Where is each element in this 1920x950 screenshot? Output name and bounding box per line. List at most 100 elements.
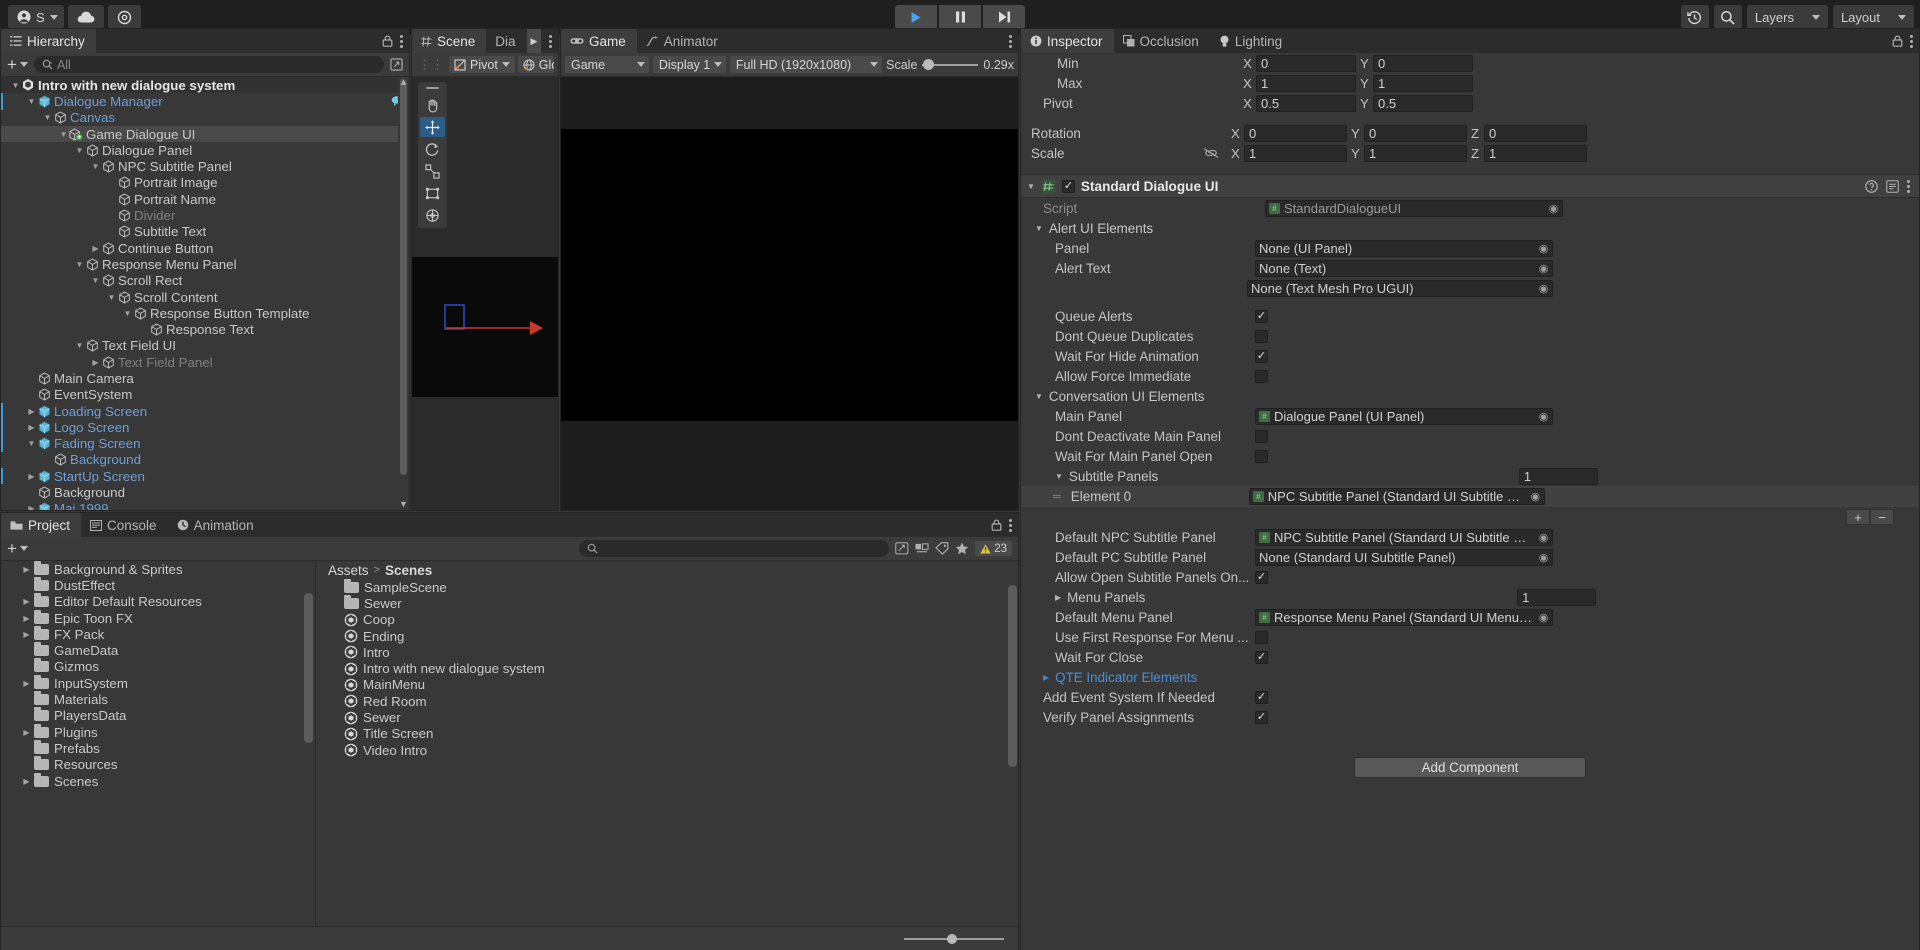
chevron-down-icon[interactable]: ▼ — [90, 276, 101, 285]
cloud-settings-button[interactable] — [107, 5, 141, 29]
game-view-dropdown[interactable]: Game — [565, 56, 649, 73]
list-count-field[interactable]: 1 — [1518, 467, 1598, 485]
undo-history-button[interactable] — [1680, 5, 1709, 29]
tab-scene[interactable]: Scene — [412, 29, 487, 53]
chevron-right-icon[interactable]: ▶ — [90, 358, 101, 367]
filter-label-icon[interactable] — [935, 542, 949, 555]
rotation-z[interactable]: Z0 — [1471, 124, 1587, 142]
chevron-down-icon[interactable]: ▼ — [58, 130, 69, 139]
rect-y[interactable]: Y 0.5 — [1360, 94, 1473, 112]
play-button[interactable] — [895, 5, 937, 29]
cloud-button[interactable] — [67, 5, 104, 29]
rect-tool-icon[interactable] — [420, 183, 445, 203]
hierarchy-row[interactable]: ▶StartUp Screen> — [1, 468, 409, 485]
chevron-down-icon[interactable]: ▼ — [1035, 224, 1043, 233]
asset-row[interactable]: Red Room — [316, 693, 1018, 709]
hierarchy-row[interactable]: Portrait Image — [1, 175, 409, 191]
pivot-dropdown[interactable]: Pivot — [449, 56, 515, 73]
hierarchy-row[interactable]: ▼ Game Dialogue UI — [1, 125, 409, 143]
scale-y[interactable]: Y1 — [1351, 144, 1467, 162]
project-folder-tree[interactable]: ▶ Background & Sprites DustEffect ▶ Editor D… — [1, 561, 316, 950]
scroll-up-icon[interactable]: ▲ — [399, 77, 408, 87]
hierarchy-menu-icon[interactable] — [400, 34, 403, 48]
asset-rows[interactable]: SampleScene Sewer Coop Ending Intro Intro wit… — [316, 578, 1018, 758]
project-menu-icon[interactable] — [1009, 518, 1012, 532]
chevron-right-icon[interactable]: ▶ — [19, 630, 34, 639]
tab-inspector[interactable]: Inspector — [1021, 29, 1114, 53]
rotation-z-field[interactable]: 0 — [1484, 124, 1587, 142]
project-folder-row[interactable]: ▶ FX Pack — [1, 625, 315, 642]
rect-y[interactable]: Y0 — [1360, 54, 1473, 72]
object-picker-icon[interactable]: ◉ — [1537, 282, 1550, 295]
project-folder-row[interactable]: Gizmos — [1, 658, 315, 675]
filter-type-icon[interactable] — [915, 542, 929, 555]
project-folder-row[interactable]: ▶ Editor Default Resources — [1, 593, 315, 610]
asset-row[interactable]: Title Screen — [316, 726, 1018, 742]
game-viewport[interactable] — [561, 77, 1018, 510]
add-component-button[interactable]: Add Component — [1354, 757, 1586, 778]
resolution-dropdown[interactable]: Full HD (1920x1080) — [729, 56, 883, 73]
project-folder-row[interactable]: ▶ Epic Toon FX — [1, 609, 315, 626]
hierarchy-scrollbar[interactable]: ▲ ▼ — [398, 77, 409, 510]
chevron-right-icon[interactable]: ▶ — [19, 728, 34, 737]
field-checkbox[interactable] — [1255, 329, 1268, 343]
chevron-down-icon[interactable]: ▼ — [122, 309, 133, 318]
hierarchy-row[interactable]: ▼ Response Button Template — [1, 305, 409, 321]
asset-row[interactable]: SampleScene — [316, 578, 1018, 595]
hierarchy-row[interactable]: ▶ Continue Button — [1, 240, 409, 256]
chevron-right-icon[interactable]: ▶ — [19, 614, 34, 623]
rotate-tool-icon[interactable] — [420, 139, 445, 159]
project-create-button[interactable]: + — [7, 540, 28, 557]
preset-icon[interactable] — [1886, 179, 1899, 193]
hierarchy-row[interactable]: ▼ Text Field UI — [1, 338, 409, 354]
layers-dropdown[interactable]: Layers — [1746, 5, 1828, 29]
hierarchy-row[interactable]: Subtitle Text — [1, 224, 409, 240]
tab-hierarchy[interactable]: Hierarchy — [1, 29, 96, 53]
object-field[interactable]: # NPC Subtitle Panel (Standard UI Subtitl… — [1255, 528, 1553, 546]
hierarchy-row[interactable]: EventSystem — [1, 387, 409, 403]
hierarchy-row[interactable]: Background — [1, 452, 409, 468]
chevron-down-icon[interactable]: ▼ — [90, 162, 101, 171]
object-picker-icon[interactable]: ◉ — [1537, 531, 1550, 544]
project-folder-row[interactable]: Prefabs — [1, 739, 315, 756]
chevron-right-icon[interactable]: ▶ — [26, 407, 37, 416]
step-button[interactable] — [983, 5, 1025, 29]
chevron-down-icon[interactable]: ▼ — [1055, 472, 1063, 481]
drag-handle-icon[interactable]: ═ — [1053, 491, 1061, 503]
object-field[interactable]: # Dialogue Panel (UI Panel) ◉ — [1255, 407, 1553, 425]
lock-icon[interactable] — [991, 519, 1002, 531]
tab-game[interactable]: Game — [561, 29, 637, 53]
field-checkbox[interactable] — [1255, 630, 1268, 644]
tab-overflow-button[interactable]: ▶ — [526, 29, 542, 53]
tab-lighting[interactable]: Lighting — [1209, 29, 1294, 53]
project-search-input[interactable] — [579, 540, 890, 557]
asset-row[interactable]: Sewer — [316, 594, 1018, 611]
tab-dialogue-editor[interactable]: Dia — [486, 29, 527, 53]
list-count-field[interactable]: 1 — [1517, 588, 1597, 606]
project-folder-row[interactable]: PlayersData — [1, 707, 315, 724]
scale-tool-icon[interactable] — [420, 161, 445, 181]
rect-y-field[interactable]: 0.5 — [1373, 94, 1473, 112]
rect-y-field[interactable]: 0 — [1373, 54, 1473, 72]
rotation-y[interactable]: Y0 — [1351, 124, 1467, 142]
hierarchy-row[interactable]: ▼ Canvas — [1, 110, 409, 126]
scene-viewport[interactable] — [412, 77, 558, 510]
chevron-right-icon[interactable]: ▶ — [26, 504, 37, 510]
chevron-down-icon[interactable]: ▼ — [74, 341, 85, 350]
component-header-standard-dialogue-ui[interactable]: ▼ ✓ Standard Dialogue UI — [1021, 174, 1919, 198]
breadcrumb[interactable]: Assets > Scenes — [316, 561, 1018, 579]
hierarchy-row[interactable]: ▶Loading Screen> — [1, 402, 409, 420]
asset-row[interactable]: Video Intro — [316, 742, 1018, 758]
rotation-y-field[interactable]: 0 — [1364, 124, 1467, 142]
field-checkbox[interactable] — [1255, 449, 1268, 463]
field-checkbox[interactable]: ✓ — [1255, 710, 1268, 724]
tab-console[interactable]: Console — [81, 513, 168, 537]
section-header[interactable]: ▼ Alert UI Elements — [1021, 218, 1919, 238]
object-picker-icon[interactable]: ◉ — [1537, 242, 1550, 255]
rect-x-field[interactable]: 1 — [1256, 74, 1356, 92]
chevron-down-icon[interactable]: ▼ — [42, 113, 53, 122]
object-field[interactable]: None (UI Panel) ◉ — [1255, 239, 1553, 257]
global-dropdown[interactable]: Globa — [517, 56, 554, 73]
field-checkbox[interactable]: ✓ — [1255, 349, 1268, 363]
hierarchy-row[interactable]: ▼ Dialogue Panel — [1, 142, 409, 158]
